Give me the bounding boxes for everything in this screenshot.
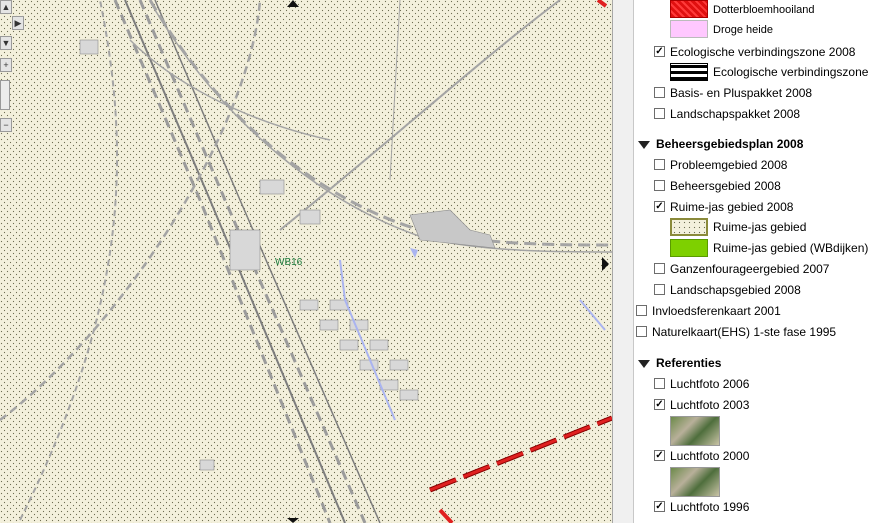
legend-layer-item[interactable]: Probleemgebied 2008 [654,156,787,174]
legend-label: Ganzenfourageergebied 2007 [670,262,830,276]
legend-label: Dotterbloemhooiland [713,4,815,16]
legend-label: Luchtfoto 2000 [670,449,750,463]
map-view[interactable]: ▲ ▶ ▼ + − WB16 [0,0,612,523]
layer-checkbox[interactable]: ✓ [654,46,665,58]
pan-up-button[interactable]: ▲ [0,0,12,14]
legend-label: Beheersgebied 2008 [670,179,781,193]
legend-label: Landschapspakket 2008 [670,107,801,121]
legend-layer-item[interactable]: Invloedsferenkaart 2001 [636,302,781,320]
layer-checkbox[interactable] [654,108,665,120]
layer-checkbox[interactable]: ✓ [654,399,665,411]
layer-checkbox[interactable] [654,263,665,275]
pan-down-button[interactable]: ▼ [0,36,12,50]
legend-symbol-item: Ecologische verbindingszone [670,62,869,81]
legend-layer-item[interactable]: ✓ Ecologische verbindingszone 2008 [654,43,855,61]
legend-symbol-item: Droge heide [670,19,773,38]
collapse-triangle-icon[interactable] [638,359,650,368]
legend-label: Ecologische verbindingszone [713,65,869,79]
legend-layer-item[interactable]: Naturelkaart(EHS) 1-ste fase 1995 [636,323,836,341]
layer-checkbox[interactable] [654,180,665,192]
zoom-out-button[interactable]: − [0,118,12,132]
legend-layer-item[interactable]: Landschapspakket 2008 [654,105,800,123]
legend-group[interactable]: Referenties [638,354,721,372]
legend-group[interactable]: Beheersgebiedsplan 2008 [638,135,803,153]
legend-symbol-item: Ruime-jas gebied [670,217,807,236]
symbol-swatch [670,238,708,257]
symbol-swatch [670,62,708,81]
collapse-triangle-icon[interactable] [638,140,650,149]
legend-symbol-item: Dotterbloemhooiland [670,0,815,18]
legend-label: Basis- en Pluspakket 2008 [670,86,813,100]
layer-checkbox[interactable] [636,326,647,338]
legend-label: Droge heide [713,24,773,36]
legend-label: Landschapsgebied 2008 [670,283,801,297]
layer-checkbox[interactable]: ✓ [654,450,665,462]
legend-layer-item[interactable]: Landschapsgebied 2008 [654,281,801,299]
legend-label: Naturelkaart(EHS) 1-ste fase 1995 [652,325,837,339]
legend-layer-item[interactable]: Ganzenfourageergebied 2007 [654,260,829,278]
legend-layer-item[interactable]: ✓ Luchtfoto 1996 [654,498,749,516]
ruime-jas-area [0,0,612,523]
layer-checkbox[interactable] [654,87,665,99]
legend-label: Luchtfoto 2006 [670,377,750,391]
aerial-thumbnail [670,416,720,446]
legend-label: Ruime-jas gebied 2008 [670,200,794,214]
legend-layer-item[interactable]: Basis- en Pluspakket 2008 [654,84,812,102]
legend-layer-item[interactable]: ✓ Luchtfoto 2000 [654,447,749,465]
legend-label: Invloedsferenkaart 2001 [652,304,781,318]
map-label: WB16 [275,257,303,268]
legend-label: Luchtfoto 1996 [670,500,750,514]
legend-label: Probleemgebied 2008 [670,158,788,172]
legend-label: Ruime-jas gebied (WBdijken) [713,241,869,255]
layer-checkbox[interactable] [654,284,665,296]
legend-label: Ecologische verbindingszone 2008 [670,45,856,59]
layer-checkbox[interactable] [654,378,665,390]
zoom-in-button[interactable]: + [0,58,12,72]
legend-layer-item[interactable]: ✓ Luchtfoto 2003 [654,396,749,414]
legend-label: Referenties [656,356,722,370]
layer-checkbox[interactable]: ✓ [654,501,665,513]
aerial-thumbnail [670,467,720,497]
legend-label: Ruime-jas gebied [713,220,807,234]
symbol-swatch [670,19,708,38]
layer-checkbox[interactable]: ✓ [654,201,665,213]
legend-label: Beheersgebiedsplan 2008 [656,137,804,151]
symbol-swatch [670,217,708,236]
layer-legend: Dotterbloemhooiland Droge heide ✓ Ecologisc… [634,0,886,523]
legend-layer-item[interactable]: Luchtfoto 2006 [654,375,749,393]
map-canvas [0,0,612,523]
legend-layer-item[interactable]: ✓ Ruime-jas gebied 2008 [654,198,793,216]
pan-right-button[interactable]: ▶ [12,16,24,30]
legend-layer-item[interactable]: Beheersgebied 2008 [654,177,781,195]
legend-symbol-item: Ruime-jas gebied (WBdijken) [670,238,869,257]
layer-checkbox[interactable] [654,159,665,171]
panel-divider[interactable] [612,0,634,523]
symbol-swatch [670,0,708,18]
zoom-slider[interactable] [0,80,10,110]
legend-label: Luchtfoto 2003 [670,398,750,412]
layer-checkbox[interactable] [636,305,647,317]
